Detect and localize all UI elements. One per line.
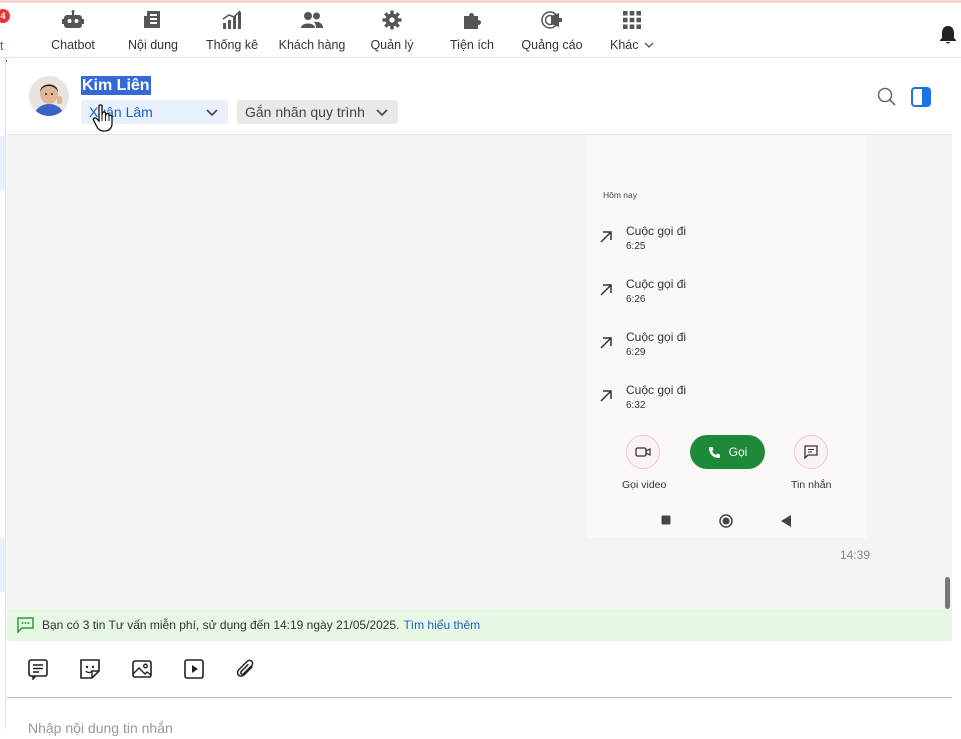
- conversation-item[interactable]: [0, 538, 5, 592]
- nav-item-chatbot[interactable]: Chatbot: [50, 8, 96, 58]
- message-timestamp: 14:39: [840, 548, 871, 562]
- puzzle-icon: [460, 8, 484, 32]
- outgoing-call-icon: [600, 390, 612, 402]
- image-message[interactable]: Hôm nay Cuộc gọi đi 6:25 Cuộc gọi đi 6:2…: [587, 135, 867, 538]
- contact-name[interactable]: Kim Liên: [81, 76, 151, 95]
- image-icon[interactable]: [131, 658, 153, 680]
- chat-bubble-icon: [17, 617, 34, 633]
- hand-cursor-icon: [92, 104, 114, 132]
- message-composer: [7, 699, 952, 739]
- nav-item-utilities[interactable]: Tiện ích: [450, 8, 494, 58]
- free-consult-notice: Bạn có 3 tin Tư vấn miễn phí, sử dụng đế…: [7, 609, 952, 641]
- phone-icon: [708, 446, 720, 458]
- nav-tab-chat-label: t: [0, 39, 4, 53]
- call-log-title: Cuộc gọi đi: [626, 383, 687, 397]
- nav-item-more[interactable]: Khác: [610, 8, 654, 58]
- nav-item-statistics[interactable]: Thống kê: [205, 8, 259, 58]
- message-input[interactable]: [7, 717, 937, 739]
- phone-call-label: Gọi: [728, 445, 748, 459]
- nav-item-ads-label: Quảng cáo: [521, 38, 583, 52]
- conversation-list-edge: [0, 58, 6, 729]
- unread-badge: 4: [0, 9, 10, 23]
- nav-item-customers[interactable]: Khách hàng: [278, 8, 346, 58]
- nav-item-utilities-label: Tiện ích: [450, 38, 495, 52]
- document-icon: [141, 8, 165, 32]
- phone-call-button: Gọi: [690, 435, 765, 469]
- quick-message-icon[interactable]: [27, 658, 49, 681]
- top-navigation: 4 t Chatbot Nội dung Thống kê Khách hàng…: [0, 0, 961, 62]
- nav-item-more-label-wrap: Khác: [610, 38, 654, 52]
- call-log-title: Cuộc gọi đi: [626, 330, 687, 344]
- nav-item-ads[interactable]: Quảng cáo: [521, 8, 583, 58]
- sticker-icon[interactable]: [79, 658, 101, 680]
- nav-item-customers-label: Khách hàng: [278, 38, 346, 52]
- message-bubble-icon: [794, 435, 828, 469]
- call-log-title: Cuộc gọi đi: [626, 277, 687, 291]
- nav-item-management-label: Quản lý: [370, 38, 414, 52]
- call-log-item: Cuộc gọi đi 6:25: [587, 224, 867, 264]
- robot-icon: [61, 8, 85, 32]
- back-nav-icon: [781, 515, 791, 527]
- call-log-time: 6:26: [626, 294, 646, 305]
- recents-nav-icon: [661, 515, 671, 525]
- call-log-item: Cuộc gọi đi 6:29: [587, 330, 867, 370]
- nav-tab-chat[interactable]: 4 t: [0, 6, 32, 62]
- conversation-item-selected[interactable]: [0, 136, 5, 190]
- megaphone-icon: [540, 8, 564, 32]
- video-call-icon: [626, 435, 660, 469]
- call-log-title: Cuộc gọi đi: [626, 224, 687, 238]
- composer-toolbar: [7, 641, 952, 698]
- gear-icon: [380, 8, 404, 32]
- nav-item-more-label: Khác: [610, 38, 639, 52]
- call-log-item: Cuộc gọi đi 6:26: [587, 277, 867, 317]
- process-label-select[interactable]: Gắn nhãn quy trình: [237, 100, 398, 124]
- users-icon: [300, 8, 324, 32]
- bell-icon[interactable]: [938, 25, 958, 45]
- home-nav-icon: [719, 514, 733, 528]
- search-icon[interactable]: [876, 86, 898, 108]
- bar-chart-icon: [220, 8, 244, 32]
- avatar[interactable]: [29, 76, 69, 116]
- paperclip-icon[interactable]: [235, 658, 257, 680]
- call-log-time: 6:29: [626, 347, 646, 358]
- chevron-down-icon: [376, 109, 388, 117]
- message-label: Tin nhắn: [791, 479, 832, 491]
- outgoing-call-icon: [600, 284, 612, 296]
- nav-item-chatbot-label: Chatbot: [51, 38, 95, 52]
- nav-item-content-label: Nội dung: [127, 38, 179, 52]
- chevron-down-icon: [206, 109, 218, 117]
- chat-scrollbar[interactable]: [945, 577, 950, 609]
- nav-item-content[interactable]: Nội dung: [127, 8, 179, 58]
- call-log-time: 6:32: [626, 400, 646, 411]
- learn-more-link[interactable]: Tìm hiểu thêm: [403, 618, 480, 632]
- video-call-label: Gọi video: [622, 479, 667, 491]
- notice-text: Bạn có 3 tin Tư vấn miễn phí, sử dụng đế…: [42, 618, 400, 632]
- outgoing-call-icon: [600, 231, 612, 243]
- nav-item-management[interactable]: Quản lý: [370, 8, 414, 58]
- chat-header: Kim Liên Xuân Lâm Gắn nhãn quy trình: [7, 58, 952, 135]
- video-icon[interactable]: [183, 658, 205, 680]
- process-label-select-value: Gắn nhãn quy trình: [245, 104, 365, 120]
- call-log-time: 6:25: [626, 241, 646, 252]
- outgoing-call-icon: [600, 337, 612, 349]
- chat-messages: Hôm nay Cuộc gọi đi 6:25 Cuộc gọi đi 6:2…: [7, 135, 952, 609]
- call-log-item: Cuộc gọi đi 6:32: [587, 383, 867, 423]
- grid-icon: [620, 8, 644, 32]
- nav-item-statistics-label: Thống kê: [205, 38, 259, 52]
- call-log-section-label: Hôm nay: [603, 190, 638, 200]
- toggle-panel-icon[interactable]: [910, 86, 932, 108]
- chevron-down-icon: [644, 42, 654, 48]
